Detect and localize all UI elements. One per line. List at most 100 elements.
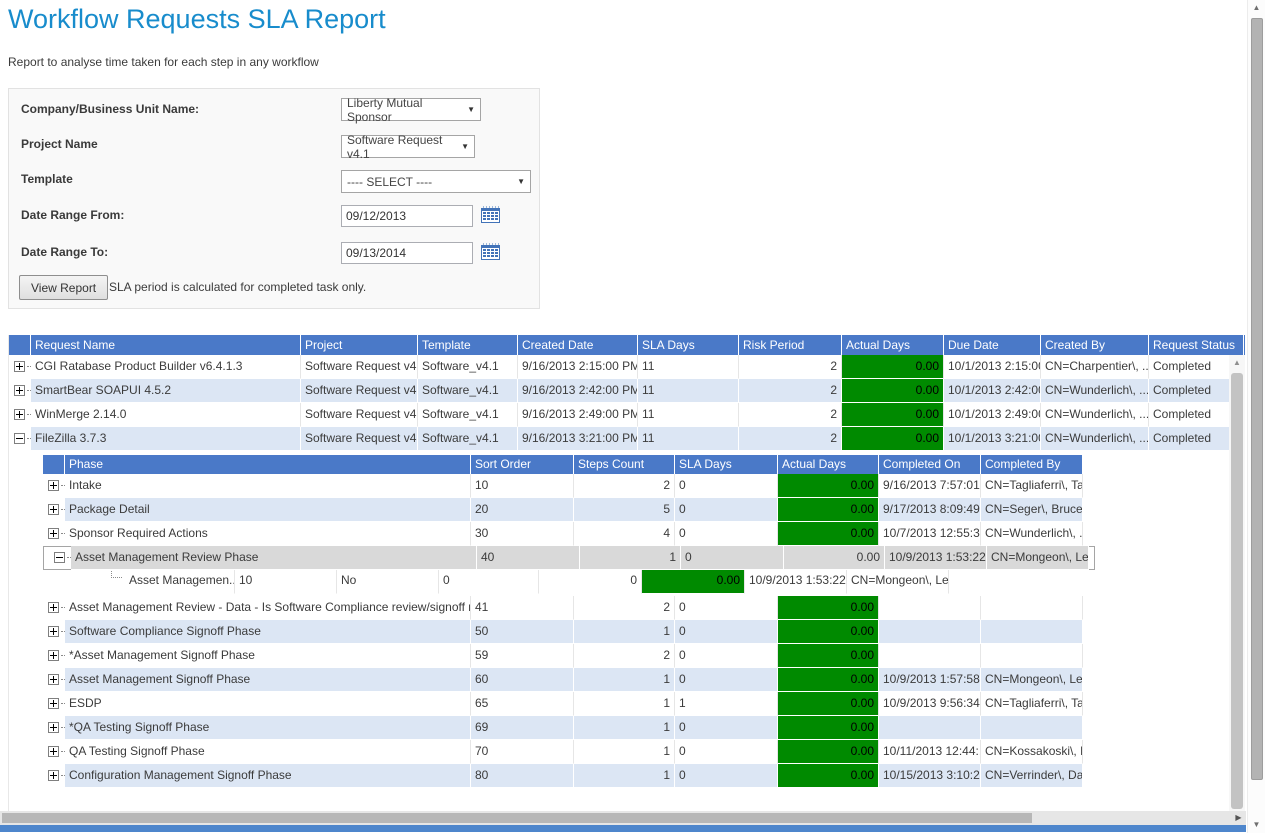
expand-icon[interactable] [14, 385, 25, 396]
col-request-status: Request Status [1149, 335, 1244, 355]
phase-name-cell: Intake [65, 474, 471, 498]
scroll-down-arrow-icon[interactable]: ▼ [1248, 817, 1265, 833]
completed-by-cell [981, 596, 1083, 620]
page-vertical-scrollbar[interactable]: ▲ ▼ [1247, 0, 1265, 833]
sla-note: SLA period is calculated for completed t… [109, 280, 366, 294]
scrollbar-thumb[interactable] [1251, 18, 1263, 780]
expand-icon[interactable] [48, 650, 59, 661]
date-from-input[interactable] [341, 205, 473, 227]
completed-by-cell: CN=Mongeon\, Le... [987, 546, 1089, 570]
created-by-cell: CN=Charpentier\, ... [1041, 355, 1149, 379]
created-date-cell: 9/16/2013 3:21:00 PM [518, 427, 638, 451]
phase-row: Intake 10 2 0 0.00 9/16/2013 7:57:01 ...… [43, 474, 1083, 498]
sort-order-cell: 59 [471, 644, 574, 668]
actual-days-cell: 0.00 [778, 522, 879, 546]
calendar-icon[interactable] [480, 206, 500, 224]
expand-icon[interactable] [48, 770, 59, 781]
calendar-icon[interactable] [480, 243, 500, 261]
phase-row: Asset Management Signoff Phase 60 1 0 0.… [43, 668, 1083, 692]
col-risk-period: Risk Period [739, 335, 842, 355]
table-vertical-scrollbar[interactable]: ▲ [1229, 355, 1245, 811]
actual-days-cell: 0.00 [778, 474, 879, 498]
step-row: Asset Managemen... 10 No 0 0 0.00 10/9/2… [103, 568, 949, 594]
expand-icon[interactable] [48, 626, 59, 637]
expand-icon[interactable] [48, 722, 59, 733]
project-cell: Software Request v4.1 [301, 379, 418, 403]
steps-count-cell: 1 [574, 692, 675, 716]
expand-icon[interactable] [48, 602, 59, 613]
expander-cell [9, 403, 31, 427]
expand-icon[interactable] [48, 504, 59, 515]
request-table-header: Request Name Project Template Created Da… [9, 335, 1245, 355]
date-to-input[interactable] [341, 242, 473, 264]
expander-cell [43, 620, 65, 644]
expand-icon[interactable] [48, 698, 59, 709]
completed-on-cell [879, 620, 981, 644]
steps-count-cell: 1 [574, 764, 675, 788]
template-select[interactable]: ---- SELECT ---- ▼ [341, 170, 531, 193]
col-template: Template [418, 335, 518, 355]
phase-row: ESDP 65 1 1 0.00 10/9/2013 9:56:34 ... C… [43, 692, 1083, 716]
risk-period-cell: 2 [739, 355, 842, 379]
completed-by-cell [981, 644, 1083, 668]
created-date-cell: 9/16/2013 2:49:00 PM [518, 403, 638, 427]
date-from-label: Date Range From: [21, 208, 124, 222]
expand-icon[interactable] [48, 674, 59, 685]
col-sort-order: Sort Order [471, 455, 574, 474]
view-report-button[interactable]: View Report [19, 275, 108, 300]
project-cell: Software Request v4.1 [301, 427, 418, 451]
expand-icon[interactable] [48, 528, 59, 539]
col-created-by: Created By [1041, 335, 1149, 355]
chevron-down-icon: ▼ [467, 105, 475, 114]
completed-by-cell: CN=Tagliaferri\, Ta... [981, 692, 1083, 716]
scrollbar-thumb[interactable] [1231, 373, 1243, 809]
scroll-right-arrow-icon[interactable]: ▶ [1232, 811, 1245, 825]
collapse-icon[interactable] [14, 433, 25, 444]
project-select-value: Software Request v4.1 [347, 133, 455, 161]
completed-on-cell [879, 644, 981, 668]
expander-cell [43, 716, 65, 740]
request-name-cell: WinMerge 2.14.0 [31, 403, 301, 427]
project-select[interactable]: Software Request v4.1 ▼ [341, 135, 475, 158]
scrollbar-thumb[interactable] [2, 813, 1032, 823]
expander-cell [43, 522, 65, 546]
expand-icon[interactable] [48, 746, 59, 757]
actual-days-cell: 0.00 [778, 596, 879, 620]
completed-by-cell: CN=Verrinder\, Da... [981, 764, 1083, 788]
completed-by-cell: CN=Wunderlich\, ... [981, 522, 1083, 546]
request-row: WinMerge 2.14.0 Software Request v4.1 So… [9, 403, 1245, 427]
steps-count-cell: 5 [574, 498, 675, 522]
scroll-up-arrow-icon[interactable]: ▲ [1248, 0, 1265, 16]
expander-cell [43, 668, 65, 692]
expand-icon[interactable] [14, 361, 25, 372]
request-row: SmartBear SOAPUI 4.5.2 Software Request … [9, 379, 1245, 403]
company-select[interactable]: Liberty Mutual Sponsor ▼ [341, 98, 481, 121]
phase-row: Software Compliance Signoff Phase 50 1 0… [43, 620, 1083, 644]
request-name-cell: SmartBear SOAPUI 4.5.2 [31, 379, 301, 403]
sla-days-cell: 0 [675, 596, 778, 620]
phase-name-cell: Configuration Management Signoff Phase [65, 764, 471, 788]
phase-row: *QA Testing Signoff Phase 69 1 0 0.00 [43, 716, 1083, 740]
horizontal-scrollbar[interactable]: ▶ [0, 811, 1246, 825]
created-by-cell: CN=Wunderlich\, ... [1041, 379, 1149, 403]
sla-days-cell: 0 [675, 716, 778, 740]
sla-days-cell: 0 [675, 740, 778, 764]
template-label: Template [21, 172, 73, 186]
actual-days-cell: 0.00 [778, 764, 879, 788]
expander-cell [43, 474, 65, 498]
col-actual-days: Actual Days [778, 455, 879, 474]
expand-icon[interactable] [14, 409, 25, 420]
bottom-border-strip [0, 825, 1246, 832]
report-table: Request Name Project Template Created Da… [8, 335, 1245, 811]
expand-icon[interactable] [48, 480, 59, 491]
completed-on-cell [879, 596, 981, 620]
scroll-up-arrow-icon[interactable]: ▲ [1229, 355, 1245, 371]
phase-row: Configuration Management Signoff Phase 8… [43, 764, 1083, 788]
collapse-icon[interactable] [54, 552, 65, 563]
completed-on-cell: 10/11/2013 12:44:... [879, 740, 981, 764]
completed-by-cell [981, 620, 1083, 644]
page-subtitle: Report to analyse time taken for each st… [8, 55, 319, 69]
date-to-label: Date Range To: [21, 245, 108, 259]
sla-days-cell: 0 [675, 764, 778, 788]
completed-by-cell: CN=Seger\, Bruce,... [981, 498, 1083, 522]
